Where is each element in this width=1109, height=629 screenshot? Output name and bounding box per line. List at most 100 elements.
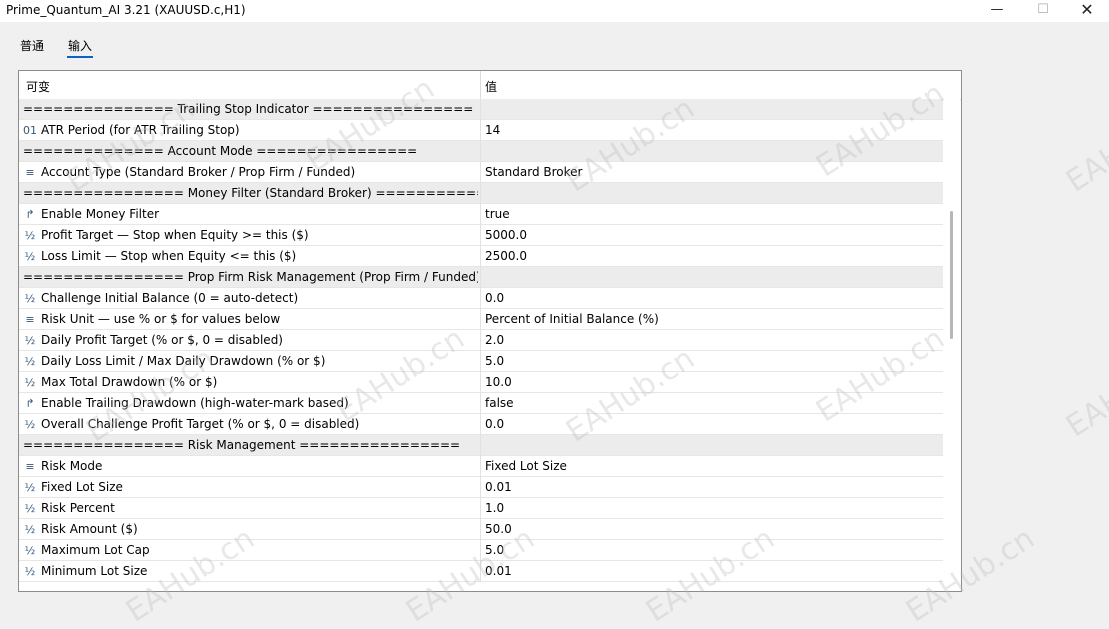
- input-row[interactable]: ½ Fixed Lot Size 0.01: [19, 477, 943, 498]
- double-type-icon: ½: [24, 565, 36, 578]
- cell-divider: [480, 372, 481, 393]
- row-name-text: Profit Target — Stop when Equity >= this…: [41, 228, 309, 242]
- input-row[interactable]: ↱ Enable Money Filter true: [19, 204, 943, 225]
- tab-inputs[interactable]: 输入: [67, 37, 94, 58]
- input-row[interactable]: ½ Risk Amount ($) 50.0: [19, 519, 943, 540]
- row-name: ≡ Risk Unit — use % or $ for values below: [23, 312, 478, 326]
- input-row[interactable]: ½ Max Total Drawdown (% or $) 10.0: [19, 372, 943, 393]
- row-name: ≡ Account Type (Standard Broker / Prop Fi…: [23, 165, 478, 179]
- double-type-icon: ½: [24, 229, 36, 242]
- input-row[interactable]: ½ Overall Challenge Profit Target (% or $…: [19, 414, 943, 435]
- row-name: ½ Maximum Lot Cap: [23, 543, 478, 557]
- cell-divider: [480, 330, 481, 351]
- cell-divider: [480, 498, 481, 519]
- column-header-variable[interactable]: 可变: [26, 78, 50, 95]
- row-value[interactable]: 5000.0: [485, 228, 527, 242]
- row-value[interactable]: 5.0: [485, 543, 504, 557]
- row-value[interactable]: 2500.0: [485, 249, 527, 263]
- row-value[interactable]: 0.01: [485, 564, 512, 578]
- double-type-icon: ½: [24, 481, 36, 494]
- row-name: ½ Daily Profit Target (% or $, 0 = disabl…: [23, 333, 478, 347]
- input-row[interactable]: 01 ATR Period (for ATR Trailing Stop) 14: [19, 120, 943, 141]
- input-row[interactable]: ↱ Enable Trailing Drawdown (high-water-ma…: [19, 393, 943, 414]
- row-value[interactable]: 0.0: [485, 291, 504, 305]
- cell-divider: [480, 414, 481, 435]
- row-name: ½ Max Total Drawdown (% or $): [23, 375, 478, 389]
- vertical-scrollbar[interactable]: [943, 99, 960, 591]
- row-value[interactable]: 0.0: [485, 417, 504, 431]
- row-value[interactable]: true: [485, 207, 510, 221]
- cell-divider: [480, 456, 481, 477]
- row-name-text: Loss Limit — Stop when Equity <= this ($…: [41, 249, 297, 263]
- input-row[interactable]: ½ Maximum Lot Cap 5.0: [19, 540, 943, 561]
- row-name-text: ================ Prop Firm Risk Manageme…: [23, 270, 478, 284]
- section-header-row[interactable]: ================ Risk Management =======…: [19, 435, 943, 456]
- scrollbar-thumb[interactable]: [950, 211, 953, 339]
- enum-type-icon: ≡: [25, 166, 35, 179]
- row-name-text: Account Type (Standard Broker / Prop Fir…: [41, 165, 356, 179]
- row-name-text: Enable Trailing Drawdown (high-water-mar…: [41, 396, 349, 410]
- column-header-value[interactable]: 值: [485, 78, 497, 95]
- close-icon[interactable]: ✕: [1064, 0, 1109, 22]
- cell-divider: [480, 351, 481, 372]
- row-name-text: Risk Amount ($): [41, 522, 138, 536]
- input-row[interactable]: ½ Minimum Lot Size 0.01: [19, 561, 943, 582]
- row-value[interactable]: 1.0: [485, 501, 504, 515]
- input-row[interactable]: ½ Profit Target — Stop when Equity >= thi…: [19, 225, 943, 246]
- input-row[interactable]: ½ Loss Limit — Stop when Equity <= this (…: [19, 246, 943, 267]
- cell-divider: [480, 99, 481, 120]
- cell-divider: [480, 393, 481, 414]
- input-row[interactable]: ≡ Risk Mode Fixed Lot Size: [19, 456, 943, 477]
- input-row[interactable]: ≡ Risk Unit — use % or $ for values below…: [19, 309, 943, 330]
- input-row[interactable]: ½ Daily Profit Target (% or $, 0 = disabl…: [19, 330, 943, 351]
- cell-divider: [480, 519, 481, 540]
- row-name-text: ================ Money Filter (Standard …: [23, 186, 478, 200]
- row-value[interactable]: Percent of Initial Balance (%): [485, 312, 659, 326]
- row-name: ½ Risk Amount ($): [23, 522, 478, 536]
- tab-bar: 普通 输入: [0, 34, 1109, 60]
- enum-type-icon: ≡: [25, 460, 35, 473]
- column-divider[interactable]: [480, 71, 481, 99]
- input-row[interactable]: ½ Risk Percent 1.0: [19, 498, 943, 519]
- row-name: ½ Challenge Initial Balance (0 = auto-det…: [23, 291, 478, 305]
- row-value[interactable]: 2.0: [485, 333, 504, 347]
- row-name-text: Risk Percent: [41, 501, 115, 515]
- cell-divider: [480, 540, 481, 561]
- maximize-icon[interactable]: ☐: [1020, 0, 1066, 22]
- row-name-text: ============== Account Mode ============…: [23, 144, 418, 158]
- row-name: ½ Minimum Lot Size: [23, 564, 478, 578]
- row-value[interactable]: 10.0: [485, 375, 512, 389]
- row-name-text: Enable Money Filter: [41, 207, 160, 221]
- watermark: EAHub.cn: [1060, 90, 1109, 200]
- row-value[interactable]: 14: [485, 123, 500, 137]
- row-value[interactable]: 5.0: [485, 354, 504, 368]
- section-header-row[interactable]: =============== Trailing Stop Indicator …: [19, 99, 943, 120]
- row-name-text: =============== Trailing Stop Indicator …: [23, 102, 474, 116]
- row-value[interactable]: 50.0: [485, 522, 512, 536]
- row-value[interactable]: Standard Broker: [485, 165, 583, 179]
- row-value[interactable]: Fixed Lot Size: [485, 459, 567, 473]
- section-header-row[interactable]: ================ Prop Firm Risk Manageme…: [19, 267, 943, 288]
- cell-divider: [480, 477, 481, 498]
- minimize-icon[interactable]: —: [974, 0, 1020, 22]
- row-name-text: Daily Loss Limit / Max Daily Drawdown (%…: [41, 354, 326, 368]
- row-value[interactable]: false: [485, 396, 514, 410]
- input-row[interactable]: ½ Daily Loss Limit / Max Daily Drawdown (…: [19, 351, 943, 372]
- tab-general[interactable]: 普通: [19, 37, 45, 54]
- input-row[interactable]: ½ Challenge Initial Balance (0 = auto-det…: [19, 288, 943, 309]
- row-name: ================ Risk Management =======…: [23, 438, 478, 452]
- input-row[interactable]: ≡ Account Type (Standard Broker / Prop Fi…: [19, 162, 943, 183]
- row-name: 01 ATR Period (for ATR Trailing Stop): [23, 123, 478, 137]
- cell-divider: [480, 561, 481, 582]
- section-header-row[interactable]: ================ Money Filter (Standard …: [19, 183, 943, 204]
- row-name-text: ATR Period (for ATR Trailing Stop): [41, 123, 240, 137]
- section-header-row[interactable]: ============== Account Mode ============…: [19, 141, 943, 162]
- watermark: EAHub.cn: [1060, 335, 1109, 445]
- row-name-text: Overall Challenge Profit Target (% or $,…: [41, 417, 360, 431]
- row-value[interactable]: 0.01: [485, 480, 512, 494]
- cell-divider: [480, 183, 481, 204]
- cell-divider: [480, 309, 481, 330]
- row-name: ↱ Enable Trailing Drawdown (high-water-ma…: [23, 396, 478, 410]
- cell-divider: [480, 162, 481, 183]
- boolean-type-icon: ↱: [25, 397, 35, 410]
